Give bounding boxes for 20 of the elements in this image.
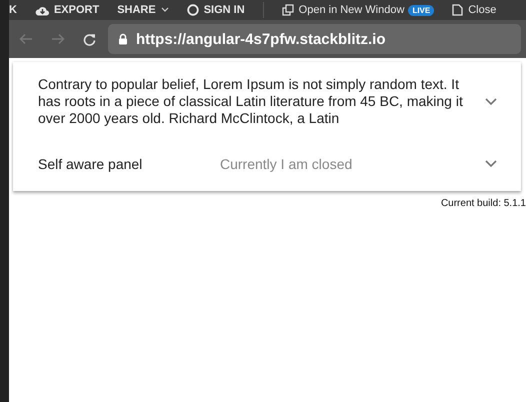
page-icon: [452, 4, 464, 16]
address-field[interactable]: https://angular-4s7pfw.stackblitz.io: [108, 24, 521, 54]
build-note: Current build: 5.1.1: [440, 198, 526, 209]
windows-icon: [282, 4, 294, 16]
ring-icon: [186, 4, 199, 16]
lock-icon: [118, 33, 128, 45]
toolbar-item[interactable]: K: [9, 4, 17, 16]
toolbar-item[interactable]: SIGN IN: [186, 4, 245, 16]
cloud-icon: [34, 4, 49, 16]
live-badge: LIVE: [408, 4, 434, 16]
chevron-down-icon: [485, 160, 497, 168]
toolbar-item[interactable]: SHARE: [117, 4, 169, 16]
expansion-panel-header[interactable]: Contrary to popular belief, Lorem Ipsum is not simply random text. It has roots in a piece of classical Latin literature from 45 BC, making it over 2000 years old. Richard McClintock, a Latin: [13, 62, 521, 141]
chevron-down-icon: [485, 98, 497, 106]
expansion-panel-header[interactable]: Self aware panel Currently I am closed: [13, 141, 521, 191]
toolbar-item[interactable]: Close: [452, 4, 496, 16]
toolbar-item[interactable]: Open in New Window: [282, 4, 404, 16]
toolbar-item[interactable]: EXPORT: [34, 4, 100, 16]
caret-icon: [160, 7, 169, 13]
reload-icon[interactable]: [83, 32, 96, 46]
